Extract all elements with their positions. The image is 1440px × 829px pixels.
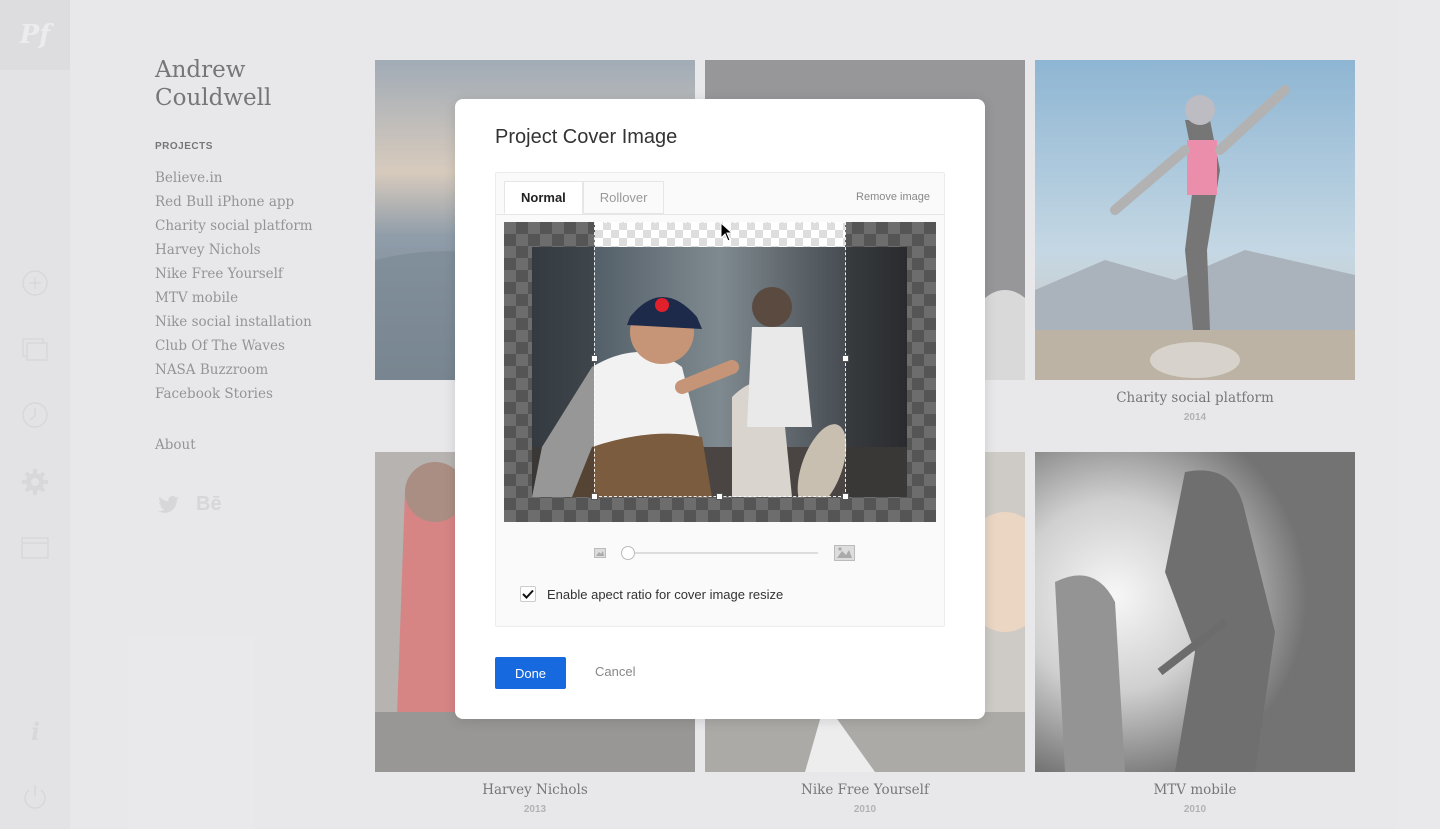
zoom-slider[interactable] [594, 545, 856, 561]
remove-image-link[interactable]: Remove image [856, 191, 930, 203]
zoom-track[interactable] [628, 552, 818, 554]
large-image-icon [834, 545, 855, 561]
tab-normal[interactable]: Normal [504, 181, 583, 214]
tab-divider [496, 214, 944, 215]
zoom-handle[interactable] [621, 546, 635, 560]
aspect-ratio-checkbox[interactable] [520, 586, 536, 602]
mouse-cursor-icon [720, 222, 734, 242]
crop-handle-right[interactable] [842, 355, 849, 362]
tab-rollover[interactable]: Rollover [582, 181, 665, 214]
crop-handle-bottom-left[interactable] [591, 493, 598, 500]
small-image-icon [594, 548, 606, 558]
checkmark-icon [522, 589, 534, 599]
cover-image-dialog: Project Cover Image Normal Rollover Remo… [455, 99, 985, 719]
crop-canvas[interactable] [504, 222, 936, 522]
image-editor-panel: Normal Rollover Remove image Enable apec… [495, 172, 945, 627]
aspect-ratio-option: Enable apect ratio for cover image resiz… [520, 586, 783, 602]
crop-frame[interactable] [594, 222, 846, 497]
crop-handle-left[interactable] [591, 355, 598, 362]
aspect-ratio-label: Enable apect ratio for cover image resiz… [547, 586, 784, 602]
crop-mask-left [532, 247, 594, 497]
crop-handle-bottom-right[interactable] [842, 493, 849, 500]
done-button[interactable]: Done [495, 657, 566, 689]
dialog-title: Project Cover Image [495, 126, 678, 148]
image-tabs: Normal Rollover [504, 181, 665, 214]
crop-handle-bottom[interactable] [716, 493, 723, 500]
cancel-button[interactable]: Cancel [595, 664, 635, 679]
crop-mask-right [846, 247, 907, 497]
